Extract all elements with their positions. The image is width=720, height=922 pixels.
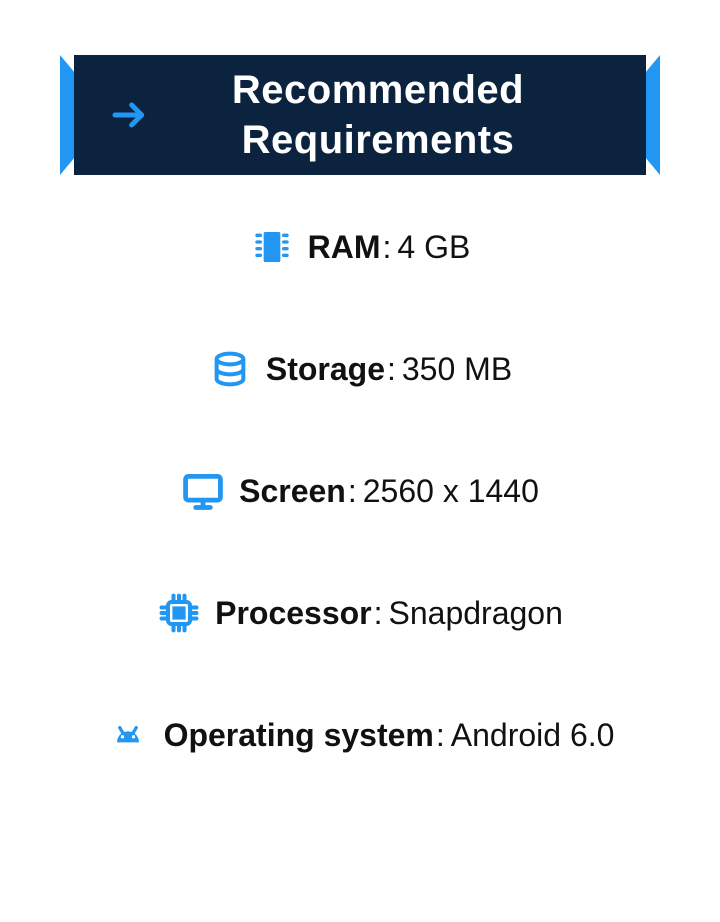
spec-value: 2560 x 1440 (363, 473, 539, 510)
spec-value: Android 6.0 (451, 717, 615, 754)
ram-icon (250, 225, 294, 269)
header-bar: Recommended Requirements (74, 55, 646, 175)
spec-row-storage: Storage : 350 MB (0, 347, 720, 391)
spec-value: 350 MB (402, 351, 512, 388)
spec-sep: : (348, 473, 357, 510)
spec-value: Snapdragon (389, 595, 563, 632)
spec-row-screen: Screen : 2560 x 1440 (0, 469, 720, 513)
spec-label: Storage (266, 351, 385, 388)
arrow-right-icon (110, 95, 150, 135)
spec-row-processor: Processor : Snapdragon (0, 591, 720, 635)
processor-icon (157, 591, 201, 635)
spec-label: Operating system (164, 717, 434, 754)
spec-label: Screen (239, 473, 346, 510)
header-edge-right (646, 55, 660, 175)
spec-label: Processor (215, 595, 372, 632)
spec-sep: : (387, 351, 396, 388)
header-banner: Recommended Requirements (60, 55, 660, 175)
spec-sep: : (383, 229, 392, 266)
os-icon (106, 713, 150, 757)
screen-icon (181, 469, 225, 513)
storage-icon (208, 347, 252, 391)
spec-row-os: Operating system : Android 6.0 (0, 713, 720, 757)
spec-sep: : (374, 595, 383, 632)
spec-sep: : (436, 717, 445, 754)
header-edge-left (60, 55, 74, 175)
spec-row-ram: RAM : 4 GB (0, 225, 720, 269)
spec-value: 4 GB (397, 229, 470, 266)
header-title: Recommended Requirements (150, 65, 646, 165)
spec-label: RAM (308, 229, 381, 266)
specs-list: RAM : 4 GB Storage : 350 MB Screen : 256… (0, 225, 720, 757)
